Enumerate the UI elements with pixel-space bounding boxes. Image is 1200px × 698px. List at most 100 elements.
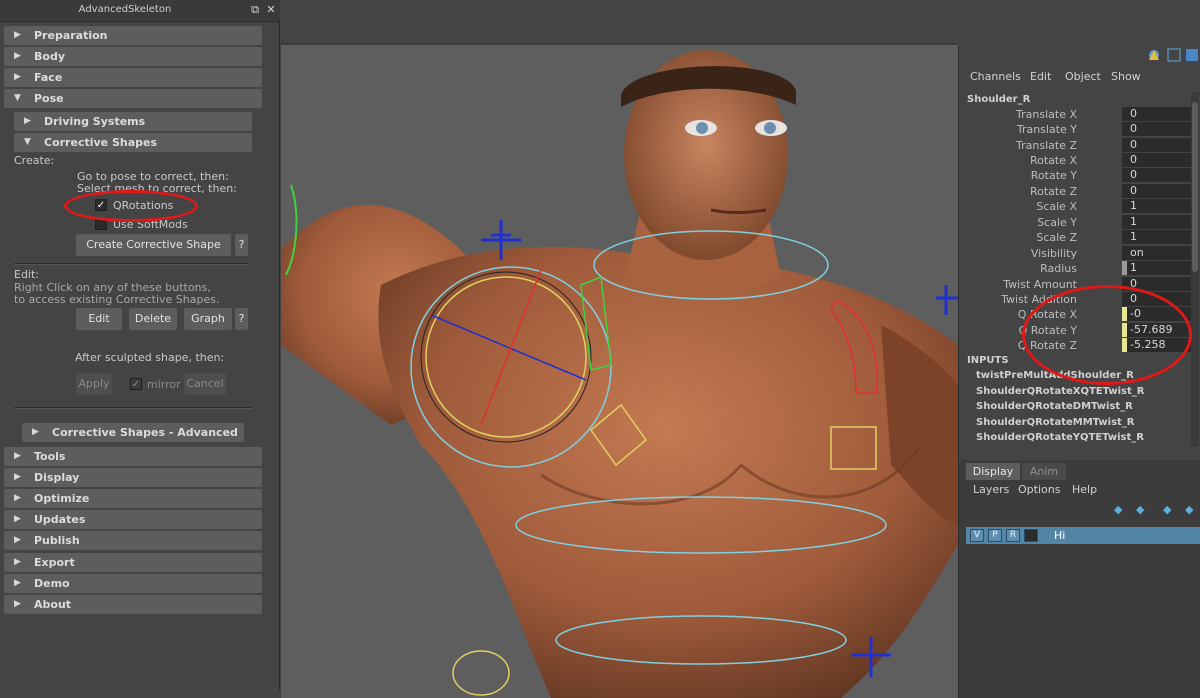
new-layer-icon[interactable]: ◆ (1163, 503, 1177, 516)
frame-publish[interactable]: ▶ Publish (4, 531, 262, 550)
attribute-editor-icon[interactable] (1186, 49, 1198, 61)
expand-arrow-icon: ▶ (24, 116, 31, 126)
advanced-skeleton-panel: AdvancedSkeleton ⧉ ✕ ▶ Preparation ▶ Bod… (0, 0, 280, 690)
menu-help[interactable]: Help (1072, 483, 1097, 496)
menu-edit[interactable]: Edit (1030, 70, 1051, 83)
expand-arrow-icon: ▶ (14, 599, 21, 609)
layer-color-swatch[interactable] (1024, 529, 1038, 542)
frame-face[interactable]: ▶ Face (4, 68, 262, 87)
apply-button[interactable]: Apply (76, 373, 112, 395)
frame-driving-systems[interactable]: ▶ Driving Systems (14, 112, 252, 131)
menu-show[interactable]: Show (1111, 70, 1141, 83)
collapse-arrow-icon: ▼ (14, 93, 21, 103)
after-sculpt-label: After sculpted shape, then: (75, 351, 225, 364)
expand-arrow-icon: ▶ (14, 30, 21, 40)
create-help-button[interactable]: ? (235, 234, 248, 256)
input-node[interactable]: ShoulderQRotateMMTwist_R (976, 417, 1135, 428)
frame-preparation[interactable]: ▶ Preparation (4, 26, 262, 45)
expand-arrow-icon: ▶ (14, 535, 21, 545)
character-render (281, 50, 958, 698)
layer-name[interactable]: Hi (1054, 529, 1065, 542)
channel-editor-icon[interactable] (1167, 48, 1181, 62)
attr-radius[interactable]: Radius 1 (960, 261, 1192, 276)
attr-scale-z[interactable]: Scale Z1 (960, 230, 1192, 245)
attr-visibility[interactable]: Visibility on (960, 246, 1192, 261)
delete-button[interactable]: Delete (129, 308, 177, 330)
attr-rotate-y[interactable]: Rotate Y0 (960, 168, 1192, 183)
menu-options[interactable]: Options (1018, 483, 1060, 496)
scrollbar-thumb[interactable] (1192, 102, 1198, 272)
menu-layers[interactable]: Layers (973, 483, 1009, 496)
create-corrective-shape-button[interactable]: Create Corrective Shape (76, 234, 231, 256)
frame-tools[interactable]: ▶ Tools (4, 447, 262, 466)
close-icon[interactable]: ✕ (264, 3, 278, 17)
input-node[interactable]: twistPreMultAddShoulder_R (976, 370, 1134, 381)
expand-arrow-icon: ▶ (14, 451, 21, 461)
input-node[interactable]: ShoulderQRotateXQTETwist_R (976, 386, 1144, 397)
frame-corrective-shapes-advanced[interactable]: ▶ Corrective Shapes - Advanced (22, 423, 244, 442)
attr-scale-y[interactable]: Scale Y1 (960, 215, 1192, 230)
menu-object[interactable]: Object (1065, 70, 1101, 83)
cancel-button[interactable]: Cancel (184, 373, 226, 395)
attr-q-rotate-y[interactable]: Q Rotate Y -57.689 (960, 323, 1192, 338)
frame-body[interactable]: ▶ Body (4, 47, 262, 66)
edit-help-button[interactable]: ? (235, 308, 248, 330)
layer-row[interactable]: V P R Hi (966, 527, 1200, 544)
frame-demo[interactable]: ▶ Demo (4, 574, 262, 593)
frame-optimize[interactable]: ▶ Optimize (4, 489, 262, 508)
edit-note-line2: to access existing Corrective Shapes. (14, 293, 220, 306)
attr-translate-z[interactable]: Translate Z0 (960, 138, 1192, 153)
channel-box-scrollbar[interactable] (1191, 92, 1199, 447)
attr-twist-addition[interactable]: Twist Addition 0 (960, 292, 1192, 307)
expand-arrow-icon: ▶ (14, 472, 21, 482)
attr-q-rotate-z[interactable]: Q Rotate Z -5.258 (960, 338, 1192, 353)
frame-export[interactable]: ▶ Export (4, 553, 262, 572)
frame-updates[interactable]: ▶ Updates (4, 510, 262, 529)
expand-arrow-icon: ▶ (14, 578, 21, 588)
attr-twist-amount[interactable]: Twist Amount 0 (960, 277, 1192, 292)
mirror-checkbox[interactable]: ✓ (130, 378, 142, 390)
input-node[interactable]: ShoulderQRotateYQTETwist_R (976, 432, 1144, 443)
float-icon[interactable]: ⧉ (248, 3, 262, 17)
qrotations-label: QRotations (113, 199, 174, 212)
frame-pose[interactable]: ▼ Pose (4, 89, 262, 108)
attr-rotate-x[interactable]: Rotate X0 (960, 153, 1192, 168)
frame-about[interactable]: ▶ About (4, 595, 262, 614)
move-layer-up-icon[interactable]: ◆ (1114, 503, 1128, 516)
frame-corrective-shapes[interactable]: ▼ Corrective Shapes (14, 133, 252, 152)
layer-reference-toggle[interactable]: R (1006, 529, 1020, 542)
edit-label: Edit: (14, 268, 40, 281)
panel-titlebar: AdvancedSkeleton ⧉ ✕ (0, 0, 280, 22)
layer-visibility-toggle[interactable]: V (970, 529, 984, 542)
new-layer-selected-icon[interactable]: ◆ (1185, 503, 1199, 516)
attr-translate-y[interactable]: Translate Y0 (960, 122, 1192, 137)
edit-button[interactable]: Edit (76, 308, 122, 330)
menu-channels[interactable]: Channels (970, 70, 1021, 83)
layer-playback-toggle[interactable]: P (988, 529, 1002, 542)
channel-box-toolbar (1149, 48, 1198, 62)
attr-rotate-z[interactable]: Rotate Z0 (960, 184, 1192, 199)
frame-display[interactable]: ▶ Display (4, 468, 262, 487)
softmods-checkbox[interactable] (95, 218, 107, 230)
attr-translate-x[interactable]: Translate X0 (960, 107, 1192, 122)
input-node[interactable]: ShoulderQRotateDMTwist_R (976, 401, 1133, 412)
softmods-label: Use SoftMods (113, 218, 188, 231)
collapse-arrow-icon: ▼ (24, 137, 31, 147)
attr-scale-x[interactable]: Scale X1 (960, 199, 1192, 214)
move-layer-down-icon[interactable]: ◆ (1136, 503, 1150, 516)
graph-button[interactable]: Graph (184, 308, 232, 330)
expand-arrow-icon: ▶ (14, 557, 21, 567)
expand-arrow-icon: ▶ (14, 72, 21, 82)
tab-anim[interactable]: Anim (1022, 463, 1066, 480)
selected-object-name[interactable]: Shoulder_R (967, 94, 1030, 105)
panel-title: AdvancedSkeleton (78, 4, 172, 15)
3d-viewport[interactable] (281, 45, 958, 698)
qrotations-checkbox[interactable]: ✓ (95, 199, 107, 211)
move-tool-icon[interactable] (1149, 50, 1159, 60)
attr-q-rotate-x[interactable]: Q Rotate X -0 (960, 307, 1192, 322)
expand-arrow-icon: ▶ (14, 51, 21, 61)
tab-display[interactable]: Display (966, 463, 1020, 480)
viewport-toolbar (281, 0, 958, 44)
divider (14, 263, 248, 265)
expand-arrow-icon: ▶ (14, 514, 21, 524)
